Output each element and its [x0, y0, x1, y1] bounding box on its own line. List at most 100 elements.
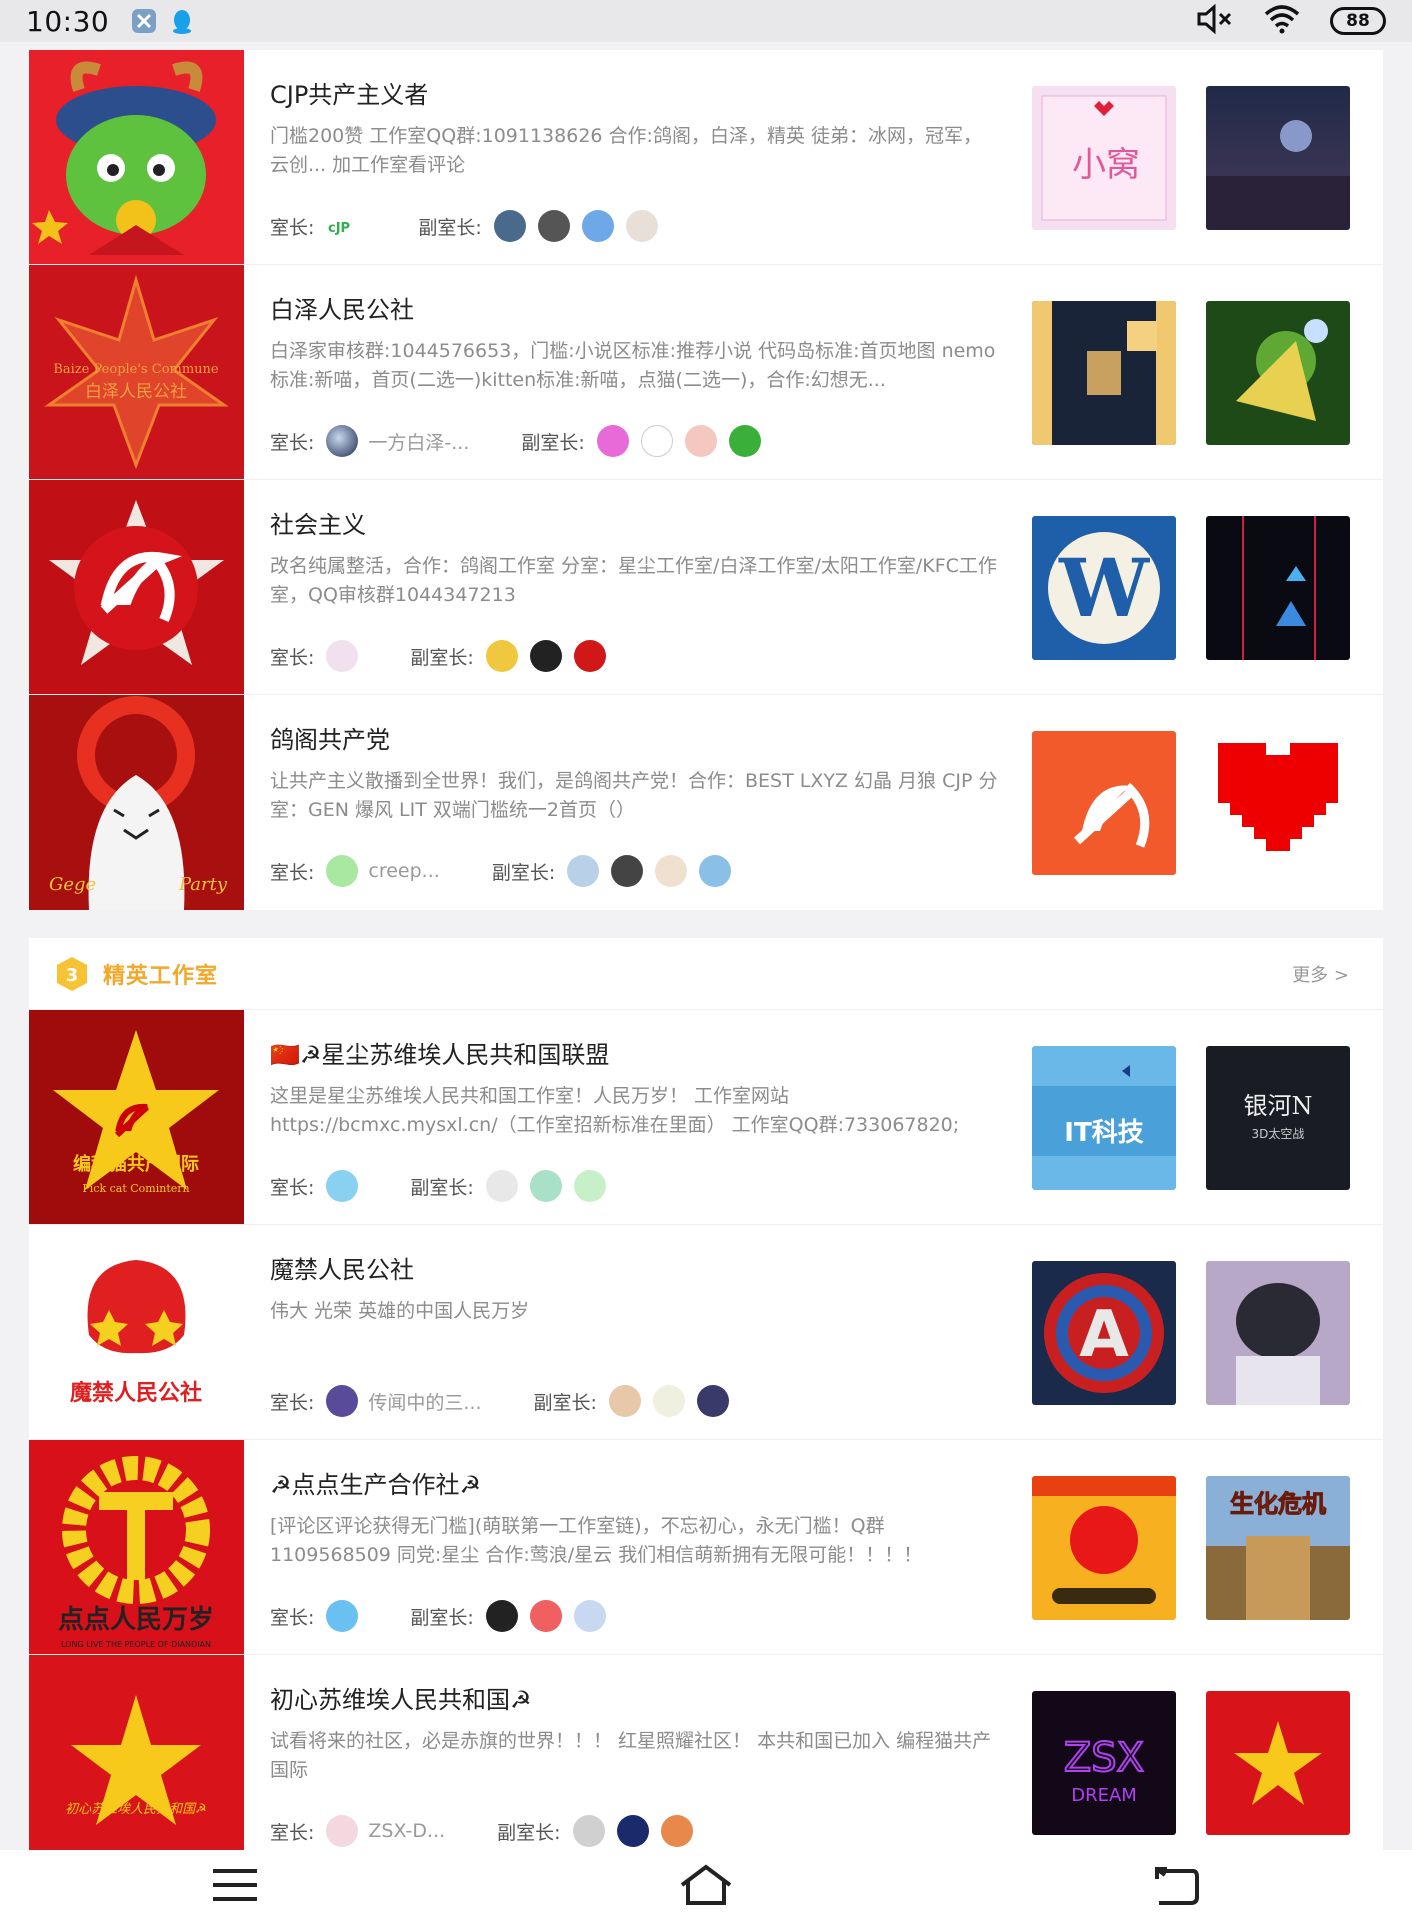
work-thumbnail[interactable]: A	[1032, 1261, 1176, 1405]
studio-cover-cjp[interactable]	[29, 50, 244, 264]
vice-label: 副室长:	[533, 1391, 597, 1414]
studio-cover-chuxin[interactable]: 初心苏维埃人民共和国☭	[29, 1655, 244, 1870]
vice-avatar[interactable]	[485, 640, 518, 672]
vice-avatar[interactable]	[537, 210, 570, 242]
vice-avatar[interactable]	[616, 1815, 649, 1847]
vice-avatar[interactable]	[567, 855, 600, 887]
vice-avatar[interactable]	[596, 425, 629, 457]
studio-cover-gege[interactable]: Gege Party	[29, 695, 244, 910]
studio-cover-baize[interactable]: Baize People's Commune 白泽人民公社	[29, 265, 244, 479]
leader-avatar[interactable]	[326, 1170, 359, 1202]
vice-avatar[interactable]	[573, 1600, 606, 1632]
vice-label: 副室长:	[497, 1821, 561, 1844]
vice-avatar[interactable]	[493, 210, 526, 242]
studio-row-xingchen[interactable]: 编程猫共产国际 Pick cat Comintern 🇨🇳☭星尘苏维埃人民共和国…	[29, 1010, 1383, 1225]
studio-row-mojin[interactable]: 魔禁人民公社 魔禁人民公社 伟大 光荣 英雄的中国人民万岁 室长: 传闻中的三.…	[29, 1225, 1383, 1440]
studio-title[interactable]: CJP共产主义者	[270, 78, 1000, 112]
studio-row-chuxin[interactable]: 初心苏维埃人民共和国☭ 初心苏维埃人民共和国☭ 试看将来的社区，必是赤旗的世界！…	[29, 1655, 1383, 1870]
work-thumbnail[interactable]	[1032, 731, 1176, 875]
more-link[interactable]: 更多 >	[1292, 961, 1349, 987]
vice-avatar[interactable]	[660, 1815, 693, 1847]
studio-row-cjp[interactable]: CJP共产主义者 门槛200赞 工作室QQ群:1091138626 合作:鸽阁，…	[29, 50, 1383, 265]
studio-leaders: 室长: 副室长:	[270, 1170, 1010, 1202]
vice-avatar[interactable]	[625, 210, 658, 242]
work-thumbnail[interactable]	[1206, 731, 1350, 875]
leader-avatar[interactable]	[326, 640, 359, 672]
studio-cover-xingchen[interactable]: 编程猫共产国际 Pick cat Comintern	[29, 1010, 244, 1224]
leader-avatar[interactable]	[326, 425, 359, 457]
studio-row-gege[interactable]: Gege Party 鸽阁共产党 让共产主义散播到全世界！我们，是鸽阁共产党！合…	[29, 695, 1383, 910]
studio-cover-socialism[interactable]	[29, 480, 244, 694]
studio-title[interactable]: 魔禁人民公社	[270, 1253, 1000, 1287]
leader-name[interactable]: 传闻中的三...	[368, 1388, 481, 1415]
work-thumbnail[interactable]	[1206, 1261, 1350, 1405]
work-thumbnail[interactable]	[1032, 301, 1176, 445]
vice-avatar[interactable]	[684, 425, 717, 457]
cover-text: Gege	[49, 874, 96, 895]
studio-leaders: 室长: cJP 副室长:	[270, 210, 1010, 242]
vice-avatar[interactable]	[529, 1170, 562, 1202]
vice-avatar[interactable]	[573, 640, 606, 672]
back-button[interactable]	[1117, 1855, 1237, 1915]
vice-avatar[interactable]	[640, 425, 673, 457]
studio-title[interactable]: 社会主义	[270, 508, 1000, 542]
vice-leaders: 副室长:	[410, 1170, 606, 1202]
leader-avatar[interactable]	[326, 1600, 359, 1632]
thumb-text: 3D太空战	[1252, 1126, 1305, 1141]
vice-avatar[interactable]	[728, 425, 761, 457]
vice-avatar[interactable]	[485, 1170, 518, 1202]
work-thumbnail[interactable]: W	[1032, 516, 1176, 660]
vice-avatar[interactable]	[608, 1385, 641, 1417]
leader-name[interactable]: ZSX-D...	[368, 1820, 445, 1842]
work-thumbnail[interactable]	[1206, 516, 1350, 660]
work-thumbnail[interactable]: 银河N 3D太空战	[1206, 1046, 1350, 1190]
leader-name[interactable]: 一方白泽-...	[368, 428, 469, 455]
menu-button[interactable]	[175, 1855, 295, 1915]
work-thumbnail[interactable]	[1032, 1476, 1176, 1620]
studio-row-baize[interactable]: Baize People's Commune 白泽人民公社 白泽人民公社 白泽家…	[29, 265, 1383, 480]
studio-description: 门槛200赞 工作室QQ群:1091138626 合作:鸽阁，白泽，精英 徒弟：…	[270, 125, 982, 176]
leader-avatar[interactable]: cJP	[326, 210, 367, 242]
vice-avatar[interactable]	[529, 1600, 562, 1632]
studio-cover-mojin[interactable]: 魔禁人民公社	[29, 1225, 244, 1439]
leader-label: 室长:	[270, 646, 315, 669]
cover-text: 魔禁人民公社	[70, 1380, 202, 1406]
leader-avatar[interactable]	[326, 855, 359, 887]
vice-avatar[interactable]	[529, 640, 562, 672]
studio-description: [评论区评论获得无门槛](萌联第一工作室链)，不忘初心，永无门槛！Q群11095…	[270, 1515, 923, 1566]
vice-avatar[interactable]	[573, 1170, 606, 1202]
home-button[interactable]	[646, 1855, 766, 1915]
leader-avatar[interactable]	[326, 1385, 359, 1417]
vice-avatar[interactable]	[572, 1815, 605, 1847]
work-thumbnail[interactable]: IT科技	[1032, 1046, 1176, 1190]
mute-icon	[1196, 3, 1234, 38]
vice-label: 副室长:	[410, 1606, 474, 1629]
leader-avatar[interactable]	[326, 1815, 359, 1847]
vice-avatar[interactable]	[696, 1385, 729, 1417]
leader-name[interactable]: creep...	[368, 860, 439, 882]
work-thumbnail[interactable]: 生化危机	[1206, 1476, 1350, 1620]
studio-title[interactable]: 鸽阁共产党	[270, 723, 1000, 757]
work-thumbnail[interactable]: ZSX DREAM	[1032, 1691, 1176, 1835]
studio-title[interactable]: 初心苏维埃人民共和国☭	[270, 1683, 1000, 1717]
studio-row-diandian[interactable]: 点点人民万岁 LONG LIVE THE PEOPLE OF DIANDIAN …	[29, 1440, 1383, 1655]
studio-title[interactable]: ☭点点生产合作社☭	[270, 1468, 1000, 1502]
studio-row-socialism[interactable]: 社会主义 改名纯属整活，合作：鸽阁工作室 分室：星尘工作室/白泽工作室/太阳工作…	[29, 480, 1383, 695]
work-thumbnail[interactable]	[1206, 1691, 1350, 1835]
studio-title[interactable]: 🇨🇳☭星尘苏维埃人民共和国联盟	[270, 1038, 1000, 1072]
vice-avatar[interactable]	[581, 210, 614, 242]
work-thumbnail[interactable]	[1206, 301, 1350, 445]
vice-leaders: 副室长:	[521, 425, 761, 457]
work-thumbnail[interactable]	[1206, 86, 1350, 230]
studio-info: CJP共产主义者 门槛200赞 工作室QQ群:1091138626 合作:鸽阁，…	[270, 78, 1000, 180]
vice-avatar[interactable]	[655, 855, 688, 887]
studio-title[interactable]: 白泽人民公社	[270, 293, 1000, 327]
vice-avatar[interactable]	[485, 1600, 518, 1632]
vice-avatar[interactable]	[611, 855, 644, 887]
vice-avatar[interactable]	[699, 855, 732, 887]
studio-cover-diandian[interactable]: 点点人民万岁 LONG LIVE THE PEOPLE OF DIANDIAN	[29, 1440, 244, 1654]
vice-avatar[interactable]	[652, 1385, 685, 1417]
svg-text:3: 3	[66, 965, 79, 986]
work-thumbnail[interactable]: 小窝	[1032, 86, 1176, 230]
section-title: 精英工作室	[103, 963, 219, 989]
